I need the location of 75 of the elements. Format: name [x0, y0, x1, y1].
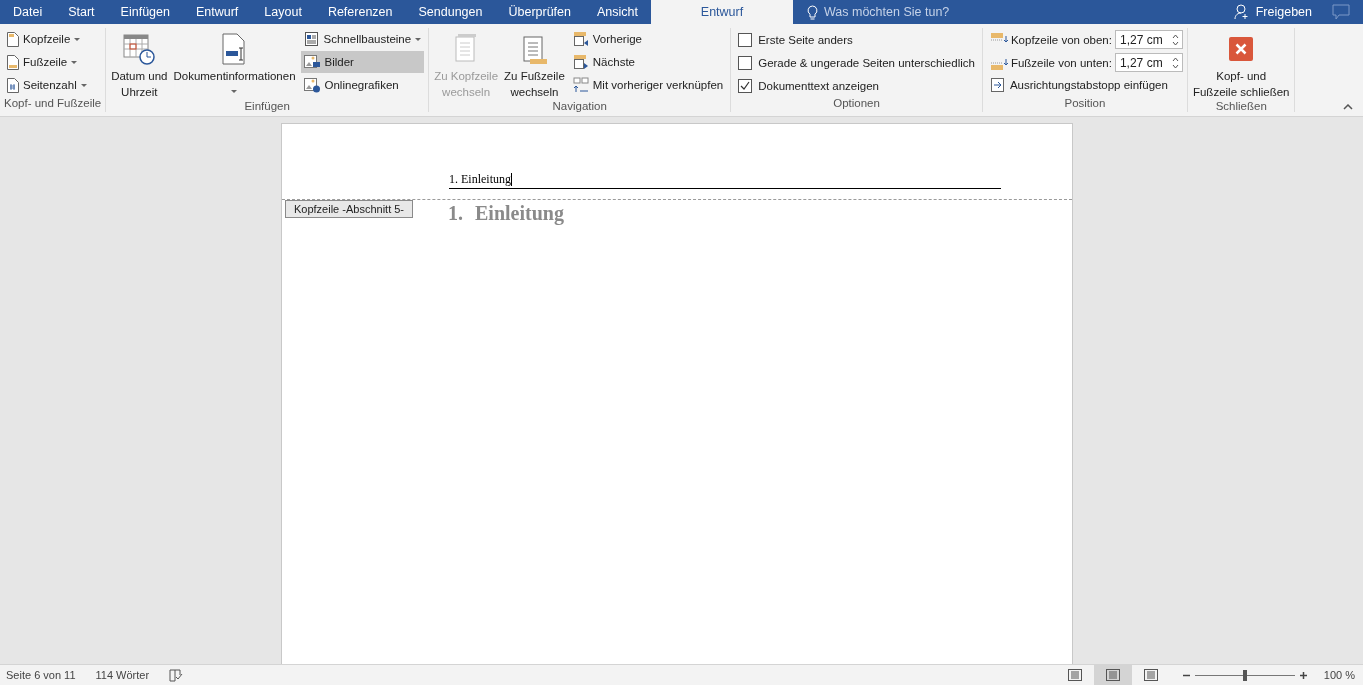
- ribbon-tab[interactable]: Überprüfen: [495, 0, 584, 24]
- previous-section-icon: [572, 31, 589, 47]
- ribbon-tab[interactable]: Sendungen: [405, 0, 496, 24]
- heading-text: Einleitung: [475, 202, 564, 225]
- header-text: 1. Einleitung: [449, 172, 511, 187]
- ribbon-button[interactable]: Mit vorheriger verknüpfen: [569, 74, 727, 96]
- footer-page-icon: [7, 54, 19, 70]
- word-count[interactable]: 114 Wörter: [95, 669, 150, 681]
- ribbon-button[interactable]: Vorherige: [569, 28, 727, 50]
- field-label: Fußzeile von unten:: [1010, 56, 1112, 69]
- ribbon-tab[interactable]: Referenzen: [314, 0, 406, 24]
- header-section-tag: Kopfzeile -Abschnitt 5-: [285, 200, 413, 218]
- view-button[interactable]: [1093, 665, 1132, 685]
- ribbon-button[interactable]: Seitenzahl: [4, 74, 90, 96]
- ribbon-button[interactable]: Nächste: [569, 51, 727, 73]
- ribbon-button[interactable]: Schnellbausteine: [300, 28, 425, 50]
- ribbon-button[interactable]: Kopfzeile: [4, 28, 90, 50]
- picture-icon: [303, 54, 321, 70]
- page-number-icon: [7, 77, 19, 93]
- ribbon-button[interactable]: Zu Fußzeile wechseln: [503, 28, 566, 100]
- spin-field[interactable]: 1,27 cm: [1114, 53, 1183, 72]
- group-label: Position: [1063, 97, 1107, 111]
- ribbon-button[interactable]: Fußzeile: [4, 51, 90, 73]
- heading-number: 1.: [448, 202, 463, 225]
- spin-arrows-icon[interactable]: [1171, 32, 1179, 47]
- ribbon-tab[interactable]: Entwurf: [182, 0, 252, 24]
- ribbon-tab[interactable]: Start: [55, 0, 108, 24]
- ribbon-tab[interactable]: Datei: [0, 0, 56, 24]
- tab-stop-icon: [989, 77, 1006, 93]
- header-page-icon: [7, 31, 19, 47]
- ribbon-button[interactable]: Kopf- und Fußzeile schließen: [1191, 28, 1291, 100]
- checkbox-label: Erste Seite anders: [758, 33, 853, 46]
- checkbox-label: Gerade & ungerade Seiten unterschiedlich: [758, 56, 975, 69]
- group-label: Einfügen: [243, 100, 291, 112]
- checkbox[interactable]: [738, 78, 753, 93]
- ribbon-button[interactable]: Dokumentinformationen: [172, 28, 297, 93]
- read-mode-icon: [1067, 669, 1082, 681]
- ribbon-tab[interactable]: Ansicht: [584, 0, 651, 24]
- group-label: Kopf- und Fußzeile: [4, 97, 102, 111]
- web-layout-icon: [1143, 669, 1158, 681]
- ribbon-button[interactable]: Ausrichtungstabstopp einfügen: [986, 74, 1183, 96]
- ribbon-button[interactable]: Datum und Uhrzeit: [110, 28, 169, 100]
- spin-arrows-icon[interactable]: [1171, 55, 1179, 70]
- link-sections-icon: [572, 77, 589, 93]
- ribbon-tab[interactable]: Einfügen: [107, 0, 183, 24]
- print-layout-icon: [1105, 669, 1120, 681]
- checkbox[interactable]: [738, 32, 753, 47]
- document-footer-icon: [520, 33, 549, 65]
- page-count[interactable]: Seite 6 von 11: [6, 669, 76, 681]
- zoom-in-icon[interactable]: [1298, 670, 1308, 680]
- calendar-clock-icon: [123, 33, 156, 65]
- zoom-level[interactable]: 100 %: [1323, 669, 1355, 681]
- group-label: Optionen: [832, 97, 881, 111]
- text-cursor: [511, 173, 512, 186]
- close-icon: [1229, 37, 1254, 61]
- next-section-icon: [572, 54, 589, 70]
- group-label: Navigation: [551, 100, 608, 112]
- ribbon-button[interactable]: Bilder: [300, 51, 425, 73]
- checkbox-label: Dokumenttext anzeigen: [758, 79, 879, 92]
- person-icon: [1233, 4, 1250, 20]
- collapse-ribbon-icon[interactable]: [1343, 104, 1353, 110]
- zoom-slider-thumb[interactable]: [1242, 669, 1247, 681]
- proofing-icon[interactable]: [169, 668, 184, 682]
- field-label: Kopfzeile von oben:: [1010, 33, 1112, 46]
- tell-me-field[interactable]: Was möchten Sie tun?: [824, 5, 1024, 19]
- ribbon-button[interactable]: Onlinegrafiken: [300, 74, 425, 96]
- group-label: Schließen: [1214, 100, 1268, 112]
- online-picture-icon: [303, 77, 321, 93]
- ribbon-tab[interactable]: Entwurf: [651, 0, 793, 24]
- lightbulb-icon: [807, 4, 818, 20]
- checkbox[interactable]: [738, 55, 753, 70]
- ribbon-tab[interactable]: Layout: [251, 0, 315, 24]
- quick-parts-icon: [303, 31, 320, 47]
- share-button[interactable]: Freigeben: [1255, 5, 1312, 19]
- spin-field[interactable]: 1,27 cm: [1114, 30, 1183, 49]
